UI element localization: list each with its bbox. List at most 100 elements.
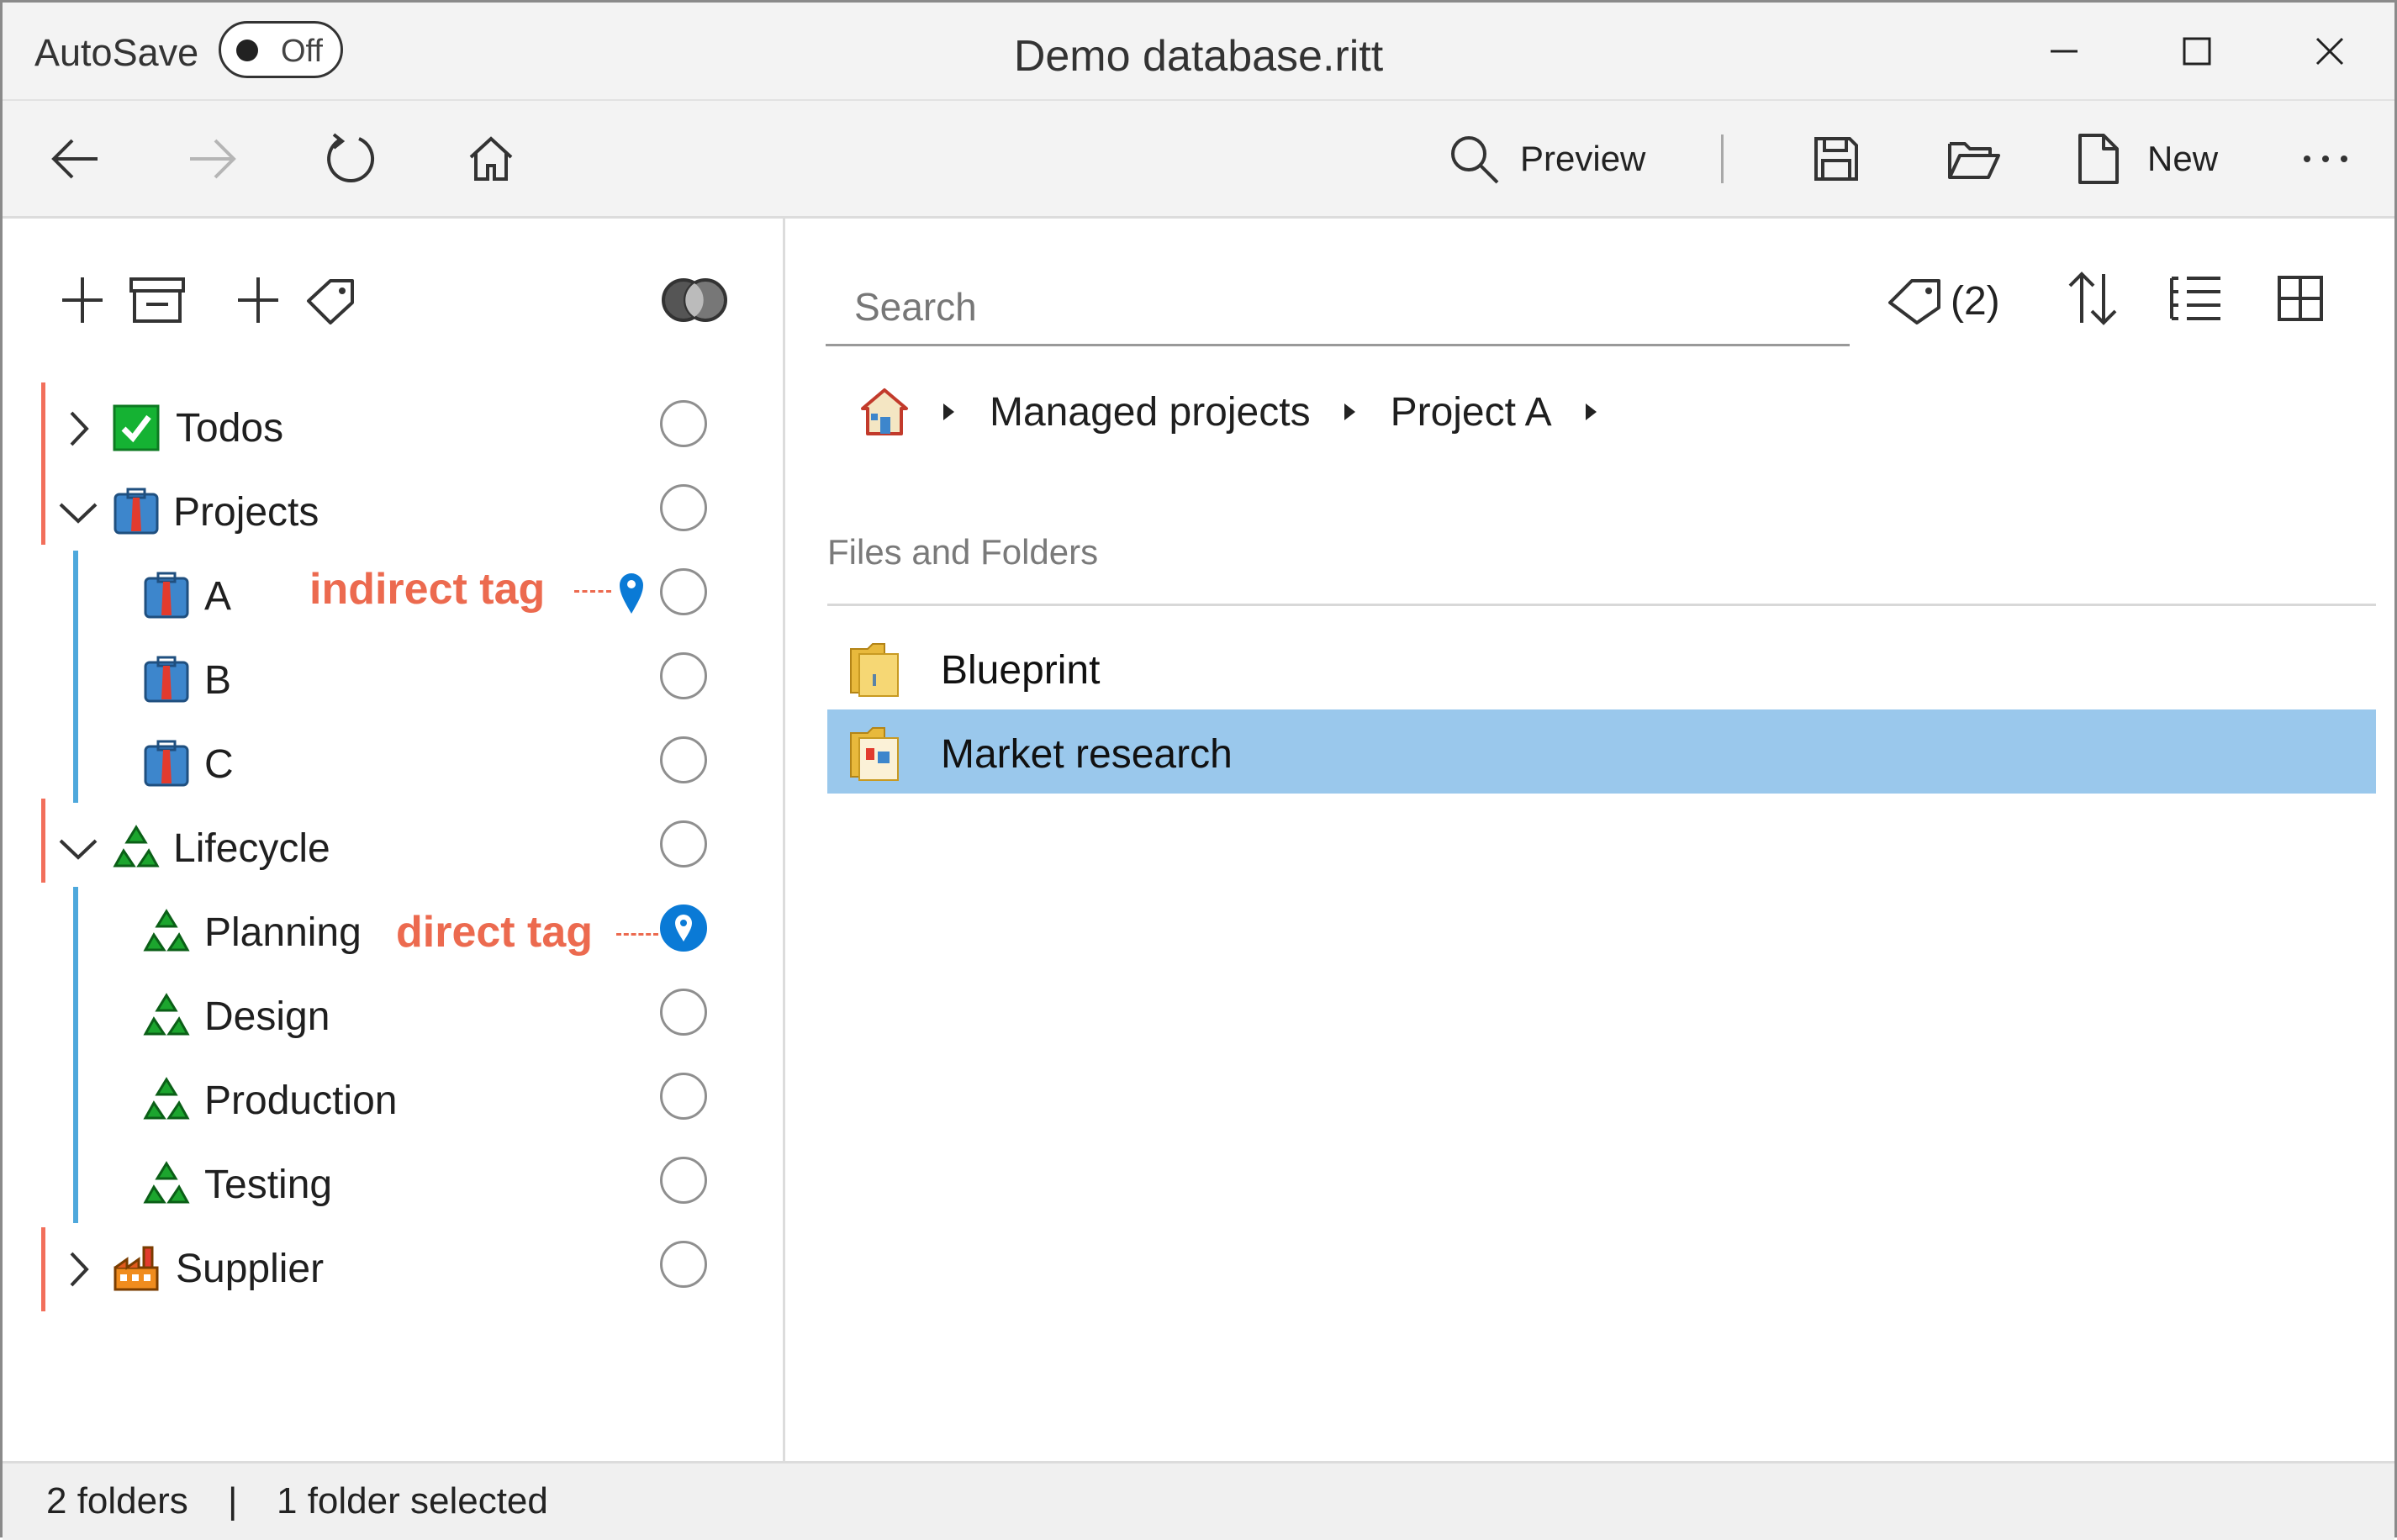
- save-button[interactable]: [1798, 121, 1874, 197]
- maximize-button[interactable]: [2146, 19, 2247, 82]
- recycle-icon: [143, 1077, 190, 1120]
- expand-chevron-icon[interactable]: [55, 405, 102, 452]
- breadcrumb: Managed projects Project A: [859, 378, 1632, 446]
- section-divider: [827, 604, 2376, 606]
- new-button[interactable]: [2061, 121, 2136, 197]
- annotation-connector: [574, 590, 611, 593]
- toolbar-separator: [1721, 134, 1724, 183]
- tree-item-projects[interactable]: Projects: [3, 469, 783, 553]
- breadcrumb-separator-icon[interactable]: [1585, 403, 1597, 420]
- tag-toggle-radio[interactable]: [660, 1073, 707, 1120]
- refresh-button[interactable]: [314, 121, 389, 197]
- forward-button[interactable]: [175, 121, 251, 197]
- breadcrumb-separator-icon[interactable]: [1344, 403, 1355, 420]
- indirect-tag-annotation: indirect tag: [309, 565, 546, 614]
- tree-item-label: Planning: [204, 910, 362, 955]
- tag-toggle-radio[interactable]: [660, 652, 707, 699]
- tag-toggle-radio-checked[interactable]: [660, 904, 707, 952]
- new-label[interactable]: New: [2147, 139, 2218, 179]
- tree-item-label: Supplier: [176, 1247, 325, 1291]
- main-toolbar: Preview New: [3, 101, 2394, 219]
- briefcase-icon: [144, 656, 189, 703]
- tag-toggle-radio[interactable]: [660, 1241, 707, 1288]
- tag-tree-pane: Todos Projects A B C Lifecycle Planning …: [3, 219, 785, 1461]
- expand-chevron-icon[interactable]: [55, 1246, 102, 1293]
- more-button[interactable]: [2288, 121, 2363, 197]
- tree-item-design[interactable]: Design: [3, 973, 783, 1057]
- folder-open-icon: [1948, 142, 2000, 179]
- tag-icon: [1888, 279, 1940, 324]
- add-folder-button[interactable]: [55, 262, 198, 338]
- tag-toggle-radio[interactable]: [660, 568, 707, 615]
- status-separator: |: [228, 1480, 238, 1522]
- file-row[interactable]: Blueprint: [827, 625, 2376, 709]
- tree-item-c[interactable]: C: [3, 721, 783, 805]
- back-arrow-icon: [51, 139, 98, 179]
- tree-item-production[interactable]: Production: [3, 1057, 783, 1142]
- content-pane: (2) Managed projects Project A Files and…: [785, 219, 2394, 1461]
- indirect-tag-pin-icon: [620, 573, 643, 614]
- folder-count: 2 folders: [46, 1480, 188, 1522]
- list-view-button[interactable]: [2158, 261, 2234, 336]
- tree-item-b[interactable]: B: [3, 637, 783, 721]
- tree-item-label: Design: [204, 994, 330, 1039]
- direct-tag-pin-icon: [675, 915, 692, 941]
- tag-count: (2): [1951, 278, 2000, 324]
- breadcrumb-separator-icon[interactable]: [943, 403, 954, 420]
- tree-item-label: C: [204, 742, 234, 787]
- recycle-icon: [143, 993, 190, 1036]
- tag-filter-mode-button[interactable]: [652, 262, 737, 338]
- tree-item-supplier[interactable]: Supplier: [3, 1226, 783, 1310]
- home-button[interactable]: [453, 121, 529, 197]
- tree-item-planning[interactable]: Planning: [3, 889, 783, 973]
- add-tag-button[interactable]: [231, 262, 366, 338]
- minimize-button[interactable]: [2014, 19, 2115, 82]
- tag-toggle-radio[interactable]: [660, 820, 707, 868]
- collapse-chevron-icon[interactable]: [55, 489, 102, 536]
- refresh-icon: [327, 133, 375, 183]
- add-folder-icon: [62, 277, 185, 323]
- tag-count-button[interactable]: (2): [1887, 267, 2000, 335]
- recycle-icon: [143, 1161, 190, 1204]
- sort-button[interactable]: [2055, 261, 2130, 336]
- files-section-title: Files and Folders: [827, 532, 1099, 572]
- open-button[interactable]: [1936, 121, 2012, 197]
- close-button[interactable]: [2279, 19, 2380, 82]
- title-bar: AutoSave Off Demo database.ritt: [3, 3, 2394, 101]
- collapse-chevron-icon[interactable]: [55, 825, 102, 873]
- tag-toggle-radio[interactable]: [660, 1157, 707, 1204]
- tag-toggle-radio[interactable]: [660, 989, 707, 1036]
- preview-button[interactable]: [1436, 121, 1512, 197]
- more-icon: [2304, 156, 2347, 162]
- intersect-circles-icon: [662, 278, 727, 322]
- tag-toggle-radio[interactable]: [660, 484, 707, 531]
- breadcrumb-item[interactable]: Project A: [1391, 389, 1552, 435]
- file-row-selected[interactable]: Market research: [827, 709, 2376, 794]
- recycle-icon: [113, 825, 160, 868]
- grid-view-button[interactable]: [2262, 261, 2338, 336]
- breadcrumb-item[interactable]: Managed projects: [990, 389, 1311, 435]
- tree-item-label: Projects: [173, 490, 319, 535]
- tree-item-testing[interactable]: Testing: [3, 1142, 783, 1226]
- tag-toggle-radio[interactable]: [660, 400, 707, 447]
- direct-tag-annotation: direct tag: [396, 908, 594, 957]
- folder-icon: [850, 727, 899, 781]
- preview-label[interactable]: Preview: [1520, 139, 1645, 179]
- selection-count: 1 folder selected: [277, 1480, 548, 1522]
- new-document-icon: [2078, 134, 2119, 184]
- tree-item-label: Testing: [204, 1163, 333, 1207]
- home-icon[interactable]: [859, 387, 910, 437]
- briefcase-icon: [144, 572, 189, 619]
- list-view-icon: [2170, 277, 2220, 320]
- tree-item-todos[interactable]: Todos: [3, 385, 783, 469]
- tree-item-label: B: [204, 658, 232, 703]
- maximize-icon: [2183, 37, 2211, 65]
- grid-view-icon: [2278, 276, 2323, 321]
- close-icon: [2315, 37, 2344, 65]
- tag-toggle-radio[interactable]: [660, 736, 707, 783]
- tree-item-lifecycle[interactable]: Lifecycle: [3, 805, 783, 889]
- search-input[interactable]: [826, 269, 1850, 346]
- recycle-icon: [143, 909, 190, 952]
- back-button[interactable]: [37, 121, 113, 197]
- app-window: AutoSave Off Demo database.ritt Preview …: [0, 0, 2397, 1540]
